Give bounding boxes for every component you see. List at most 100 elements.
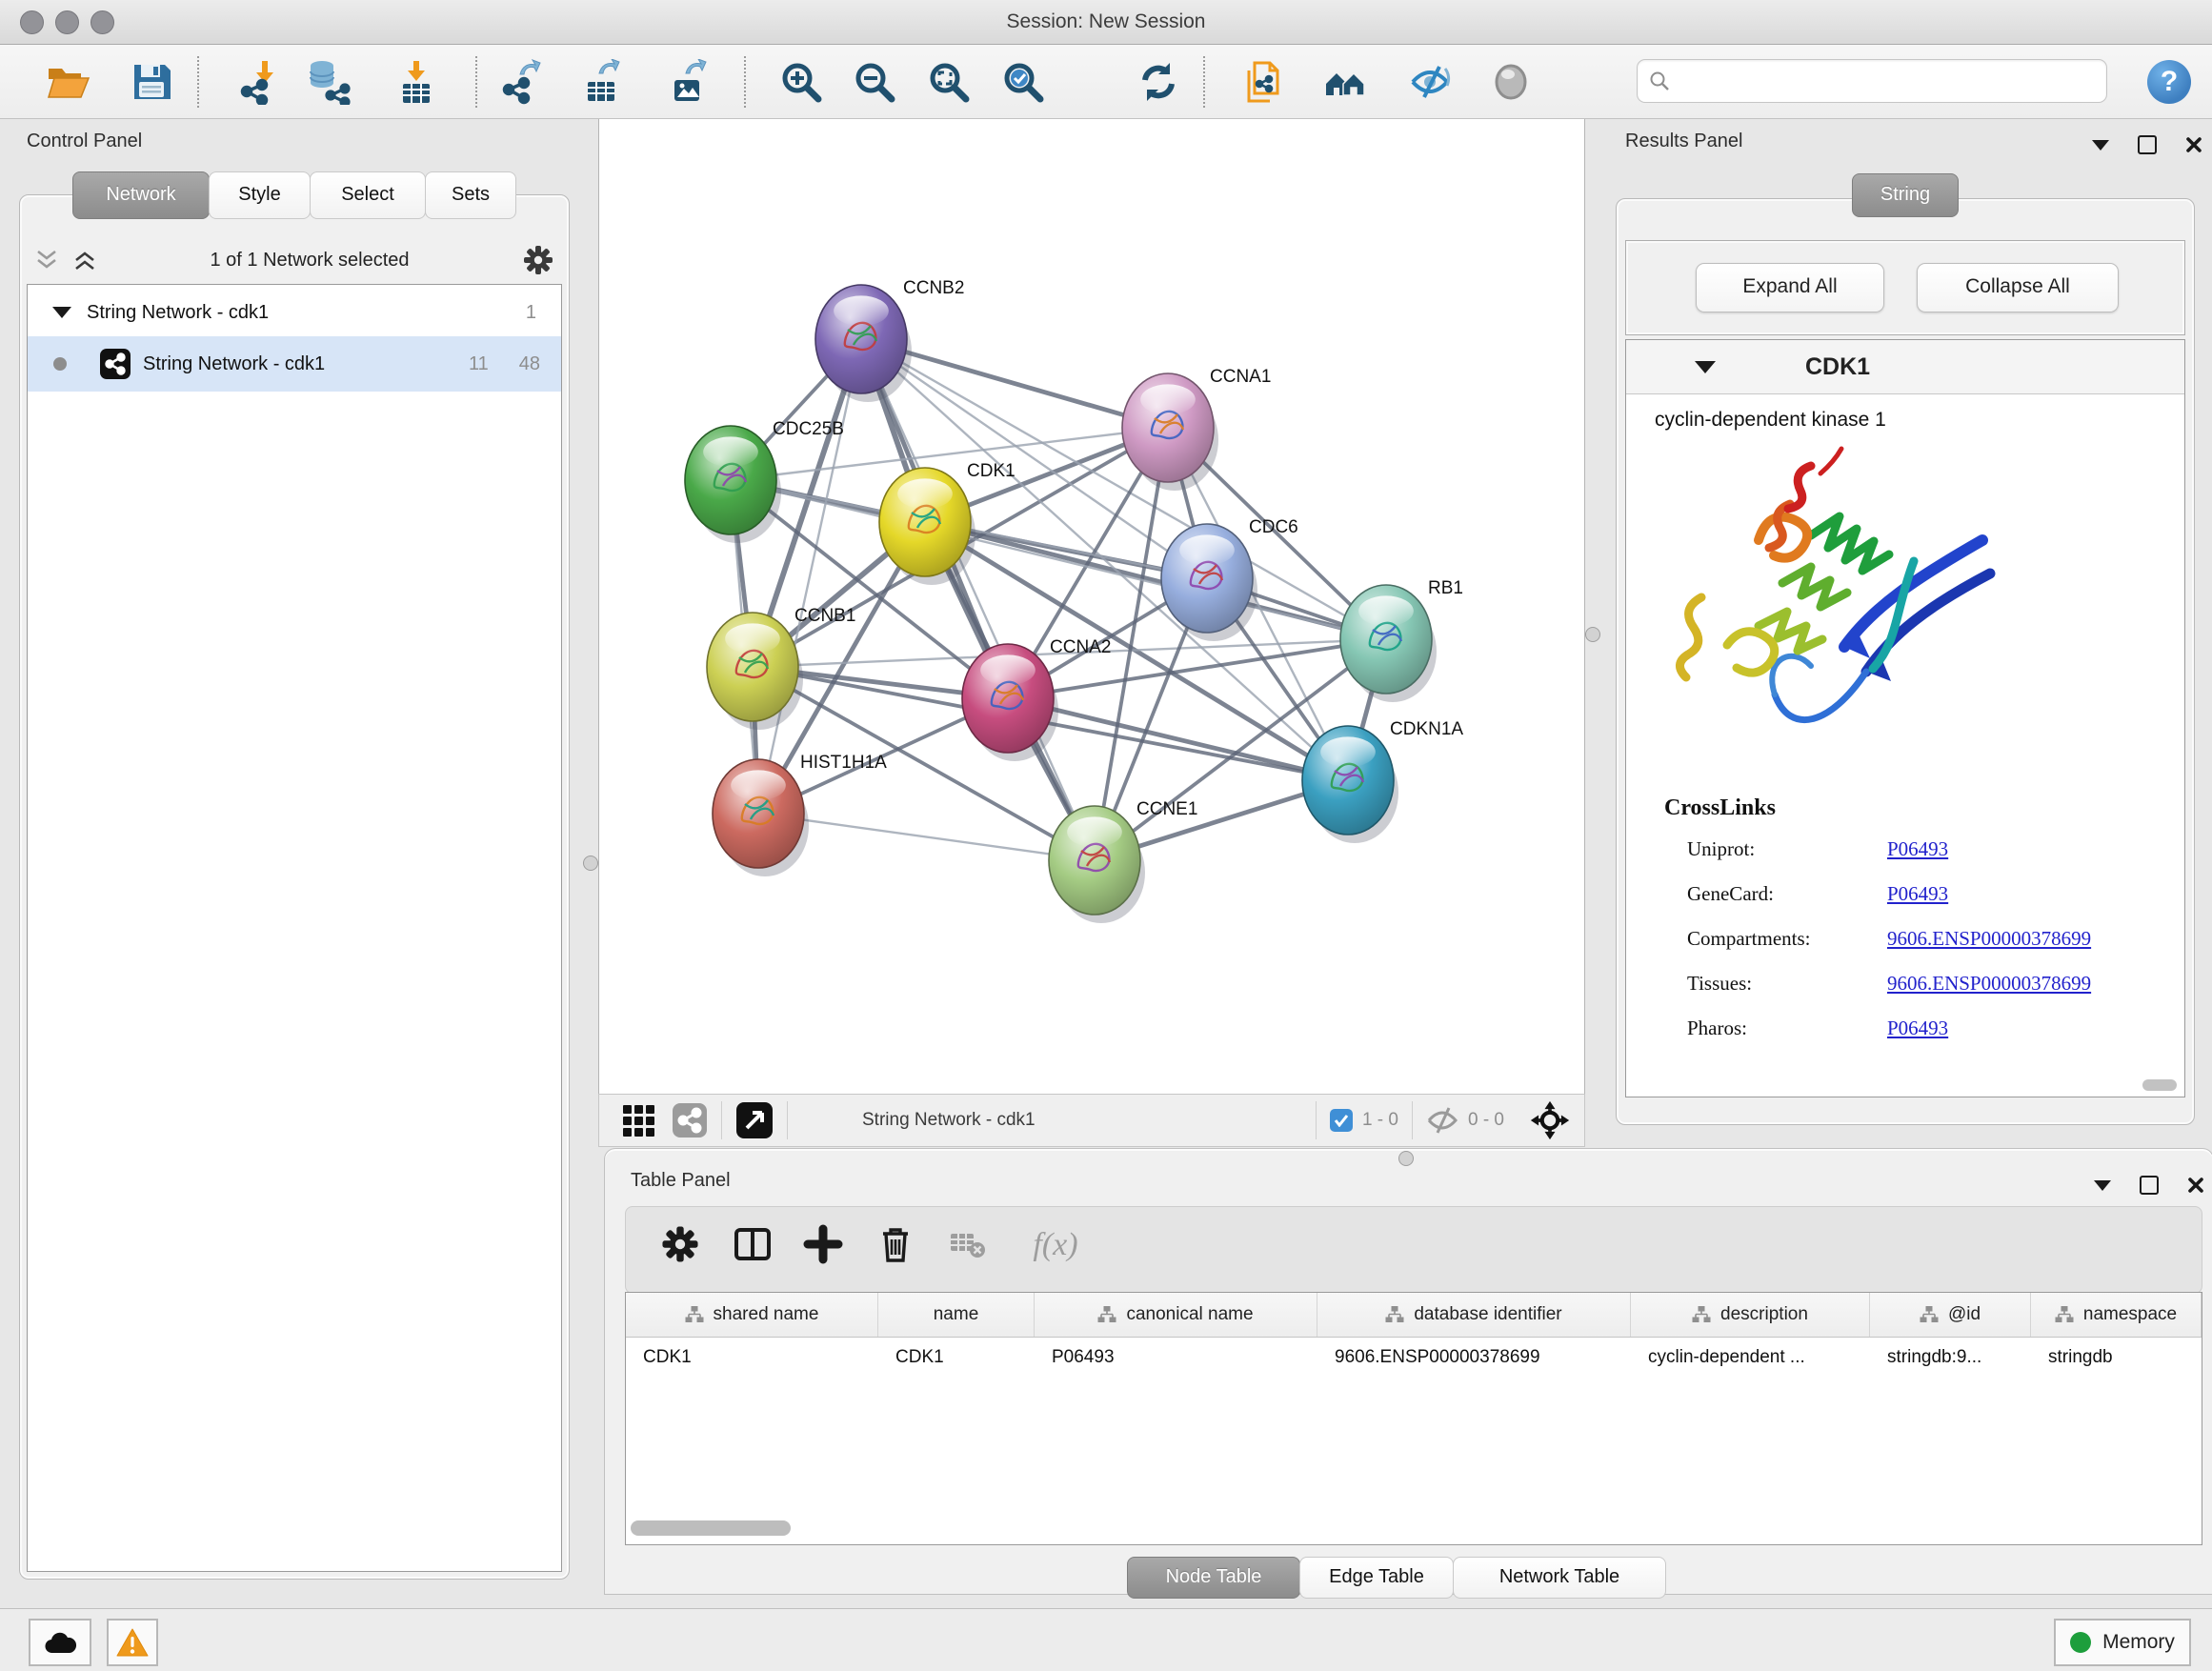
expand-all-icon[interactable] (72, 249, 97, 272)
show-columns-button[interactable] (733, 1224, 774, 1266)
collapse-all-button[interactable]: Collapse All (1917, 263, 2119, 312)
collection-expand-icon[interactable] (52, 307, 71, 318)
cloud-status-button[interactable] (29, 1619, 91, 1666)
network-row-label: String Network - cdk1 (143, 353, 325, 375)
help-button[interactable]: ? (2147, 60, 2191, 104)
table-panel-collapse-button[interactable] (2094, 1180, 2111, 1191)
selected-node-edge-counts: 1 - 0 (1362, 1110, 1398, 1131)
network-node[interactable]: CCNE1 (1049, 799, 1197, 923)
tab-node-table[interactable]: Node Table (1127, 1557, 1300, 1599)
column-header-sharedname[interactable]: shared name (626, 1293, 878, 1337)
right-splitter-handle[interactable] (1585, 627, 1600, 642)
column-header-id[interactable]: @id (1870, 1293, 2031, 1337)
control-panel-title: Control Panel (27, 131, 142, 152)
memory-button[interactable]: Memory (2054, 1619, 2191, 1666)
export-image-button[interactable] (665, 59, 711, 105)
main-toolbar: ? (0, 45, 2212, 119)
network-node[interactable]: CCNA1 (1122, 367, 1271, 491)
fit-selected-crosshair-icon[interactable] (1529, 1099, 1571, 1141)
crosslink-value-link[interactable]: P06493 (1887, 882, 1948, 906)
network-node[interactable]: HIST1H1A (713, 753, 887, 876)
crosslink-value-link[interactable]: 9606.ENSP00000378699 (1887, 927, 2091, 951)
network-graph[interactable]: CCNB2CCNA1CDC25BCDK1CDC6RB1CCNB1CCNA2CDK… (599, 119, 1584, 1094)
table-panel-float-button[interactable] (2140, 1176, 2159, 1195)
network-view-icon[interactable] (672, 1102, 708, 1138)
show-graphics-details-button[interactable] (1488, 59, 1534, 105)
zoom-selected-icon (1000, 59, 1046, 105)
function-builder-button[interactable]: f(x) (1018, 1224, 1093, 1266)
zoom-out-button[interactable] (852, 59, 897, 105)
selected-checkbox-icon[interactable] (1330, 1109, 1353, 1132)
tab-select[interactable]: Select (310, 171, 426, 219)
protein-expand-icon[interactable] (1695, 361, 1716, 373)
results-panel-collapse-button[interactable] (2092, 140, 2109, 151)
column-header-name[interactable]: name (878, 1293, 1035, 1337)
import-network-button[interactable] (239, 59, 285, 105)
results-panel-float-button[interactable] (2138, 135, 2157, 154)
zoom-fit-button[interactable] (926, 59, 972, 105)
delete-table-button[interactable] (948, 1224, 990, 1266)
bottom-splitter-handle[interactable] (1398, 1151, 1414, 1166)
collection-count: 1 (526, 302, 536, 324)
column-header-databaseidentifier[interactable]: database identifier (1317, 1293, 1631, 1337)
column-header-description[interactable]: description (1631, 1293, 1870, 1337)
grid-view-icon[interactable] (620, 1102, 656, 1138)
table-panel-close-button[interactable] (2187, 1177, 2204, 1194)
hide-results-button[interactable] (1407, 59, 1453, 105)
column-header-namespace[interactable]: namespace (2031, 1293, 2202, 1337)
tab-network[interactable]: Network (72, 171, 210, 219)
table-cell[interactable]: CDK1 (878, 1338, 1035, 1378)
table-cell[interactable]: 9606.ENSP00000378699 (1317, 1338, 1631, 1378)
network-collection-row[interactable]: String Network - cdk1 1 (28, 292, 561, 332)
table-cell[interactable]: stringdb:9... (1870, 1338, 2031, 1378)
delete-column-button[interactable] (875, 1224, 917, 1266)
collapse-all-icon[interactable] (34, 249, 59, 272)
network-node[interactable]: CCNB2 (815, 278, 964, 402)
copy-network-to-clipboard-button[interactable] (1241, 59, 1287, 105)
crosslink-value-link[interactable]: P06493 (1887, 837, 1948, 861)
network-node[interactable]: CCNA2 (962, 637, 1111, 761)
warnings-button[interactable] (107, 1619, 158, 1666)
expand-all-button[interactable]: Expand All (1696, 263, 1884, 312)
refresh-layout-button[interactable] (1136, 59, 1181, 105)
zoom-selected-button[interactable] (1000, 59, 1046, 105)
network-node[interactable]: CDKN1A (1302, 719, 1463, 843)
left-splitter-handle[interactable] (583, 856, 598, 871)
tab-string[interactable]: String (1852, 173, 1959, 217)
network-options-gear-icon[interactable] (522, 244, 554, 276)
save-session-button[interactable] (129, 59, 174, 105)
export-network-button[interactable] (499, 59, 545, 105)
crosslink-row: Pharos:P06493 (1687, 1017, 2163, 1040)
tab-network-table[interactable]: Network Table (1453, 1557, 1666, 1599)
import-database-button[interactable] (306, 59, 352, 105)
tab-sets[interactable]: Sets (425, 171, 516, 219)
node-label: CCNA2 (1050, 637, 1111, 657)
zoom-in-button[interactable] (778, 59, 824, 105)
table-cell[interactable]: cyclin-dependent ... (1631, 1338, 1870, 1378)
table-row[interactable]: CDK1CDK1P064939606.ENSP00000378699cyclin… (626, 1338, 2202, 1378)
table-cell[interactable]: CDK1 (626, 1338, 878, 1378)
tab-style[interactable]: Style (209, 171, 311, 219)
open-session-button[interactable] (45, 59, 90, 105)
crosslink-value-link[interactable]: 9606.ENSP00000378699 (1887, 972, 2091, 996)
results-scrollbar-thumb[interactable] (2142, 1079, 2177, 1091)
table-options-button[interactable] (660, 1224, 702, 1266)
network-canvas[interactable]: CCNB2CCNA1CDC25BCDK1CDC6RB1CCNB1CCNA2CDK… (598, 119, 1585, 1095)
tab-edge-table[interactable]: Edge Table (1299, 1557, 1454, 1599)
table-hscrollbar-thumb[interactable] (631, 1520, 791, 1536)
open-in-window-icon[interactable] (735, 1101, 774, 1139)
create-column-button[interactable] (803, 1224, 845, 1266)
table-cell[interactable]: P06493 (1035, 1338, 1317, 1378)
network-row-selected[interactable]: String Network - cdk1 11 48 (28, 336, 561, 392)
table-cell[interactable]: stringdb (2031, 1338, 2202, 1378)
import-table-button[interactable] (393, 59, 439, 105)
network-node[interactable]: CDC6 (1161, 517, 1298, 641)
search-input[interactable] (1678, 63, 2101, 99)
crosslink-value-link[interactable]: P06493 (1887, 1017, 1948, 1040)
results-panel-close-button[interactable] (2185, 136, 2202, 153)
column-header-canonicalname[interactable]: canonical name (1035, 1293, 1317, 1337)
export-table-button[interactable] (580, 59, 626, 105)
protein-section-header[interactable]: CDK1 (1626, 340, 2184, 394)
string-home-button[interactable] (1322, 59, 1368, 105)
network-node[interactable]: RB1 (1340, 578, 1463, 702)
